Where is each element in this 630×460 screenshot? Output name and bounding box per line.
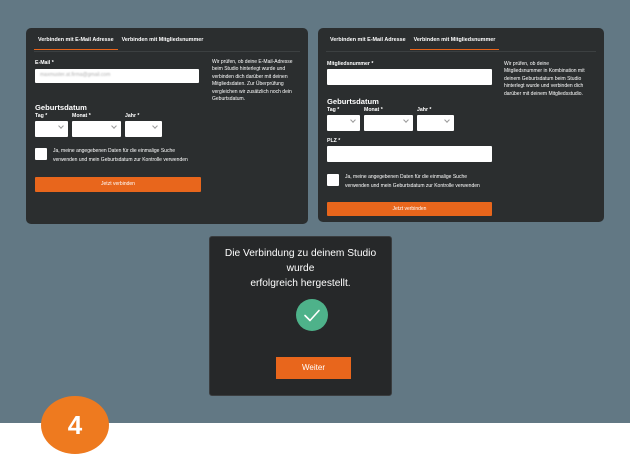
- connect-button[interactable]: Jetzt verbinden: [327, 202, 492, 216]
- day-label: Tag *: [35, 113, 48, 119]
- month-label: Monat *: [364, 107, 383, 113]
- chevron-down-icon: [111, 123, 117, 129]
- chevron-down-icon: [350, 117, 356, 123]
- consent-checkbox[interactable]: [327, 174, 339, 186]
- year-label: Jahr *: [417, 107, 432, 113]
- month-select[interactable]: [72, 121, 121, 137]
- email-connect-card: Verbinden mit E-Mail Adresse Verbinden m…: [26, 28, 308, 224]
- member-number-label: Mitgliedsnummer *: [327, 61, 374, 67]
- chevron-down-icon: [444, 117, 450, 123]
- zip-input[interactable]: [327, 146, 492, 162]
- consent-checkbox[interactable]: [35, 148, 47, 160]
- month-select[interactable]: [364, 115, 413, 131]
- day-select[interactable]: [327, 115, 360, 131]
- year-label: Jahr *: [125, 113, 140, 119]
- consent-text: Ja, meine angegebenen Daten für die einm…: [345, 174, 480, 189]
- member-connect-card: Verbinden mit E-Mail Adresse Verbinden m…: [318, 28, 604, 222]
- year-select[interactable]: [417, 115, 454, 131]
- chevron-down-icon: [403, 117, 409, 123]
- email-value: maxmuster.at.firma@gmail.com: [40, 72, 111, 78]
- step-number-badge: 4: [41, 396, 109, 454]
- birthdate-heading: Geburtsdatum: [327, 97, 379, 106]
- tab-divider: [326, 51, 596, 52]
- consent-text: Ja, meine angegebenen Daten für die einm…: [53, 148, 188, 163]
- tab-divider: [34, 51, 300, 52]
- chevron-down-icon: [152, 123, 158, 129]
- checkmark-icon: [296, 299, 328, 331]
- tab-bar: Verbinden mit E-Mail Adresse Verbinden m…: [34, 34, 207, 50]
- tab-member-number[interactable]: Verbinden mit Mitgliedsnummer: [409, 34, 500, 50]
- member-info-text: Wir prüfen, ob deine Mitgliedsnummer in …: [504, 61, 585, 97]
- month-label: Monat *: [72, 113, 91, 119]
- member-number-input[interactable]: [327, 69, 492, 85]
- email-info-text: Wir prüfen, ob deine E-Mail-Adresse beim…: [212, 59, 293, 103]
- connect-button[interactable]: Jetzt verbinden: [35, 177, 201, 192]
- success-message: Die Verbindung zu deinem Studio wurde er…: [224, 248, 377, 289]
- tab-email[interactable]: Verbinden mit E-Mail Adresse: [34, 34, 118, 50]
- tab-email[interactable]: Verbinden mit E-Mail Adresse: [326, 34, 410, 50]
- email-label: E-Mail *: [35, 60, 54, 66]
- day-label: Tag *: [327, 107, 340, 113]
- birthdate-heading: Geburtsdatum: [35, 103, 87, 112]
- email-input[interactable]: maxmuster.at.firma@gmail.com: [35, 69, 199, 83]
- zip-label: PLZ *: [327, 138, 341, 144]
- chevron-down-icon: [58, 123, 64, 129]
- continue-button[interactable]: Weiter: [276, 357, 351, 379]
- tab-member-number[interactable]: Verbinden mit Mitgliedsnummer: [118, 34, 208, 50]
- day-select[interactable]: [35, 121, 68, 137]
- year-select[interactable]: [125, 121, 162, 137]
- tab-bar: Verbinden mit E-Mail Adresse Verbinden m…: [326, 34, 500, 50]
